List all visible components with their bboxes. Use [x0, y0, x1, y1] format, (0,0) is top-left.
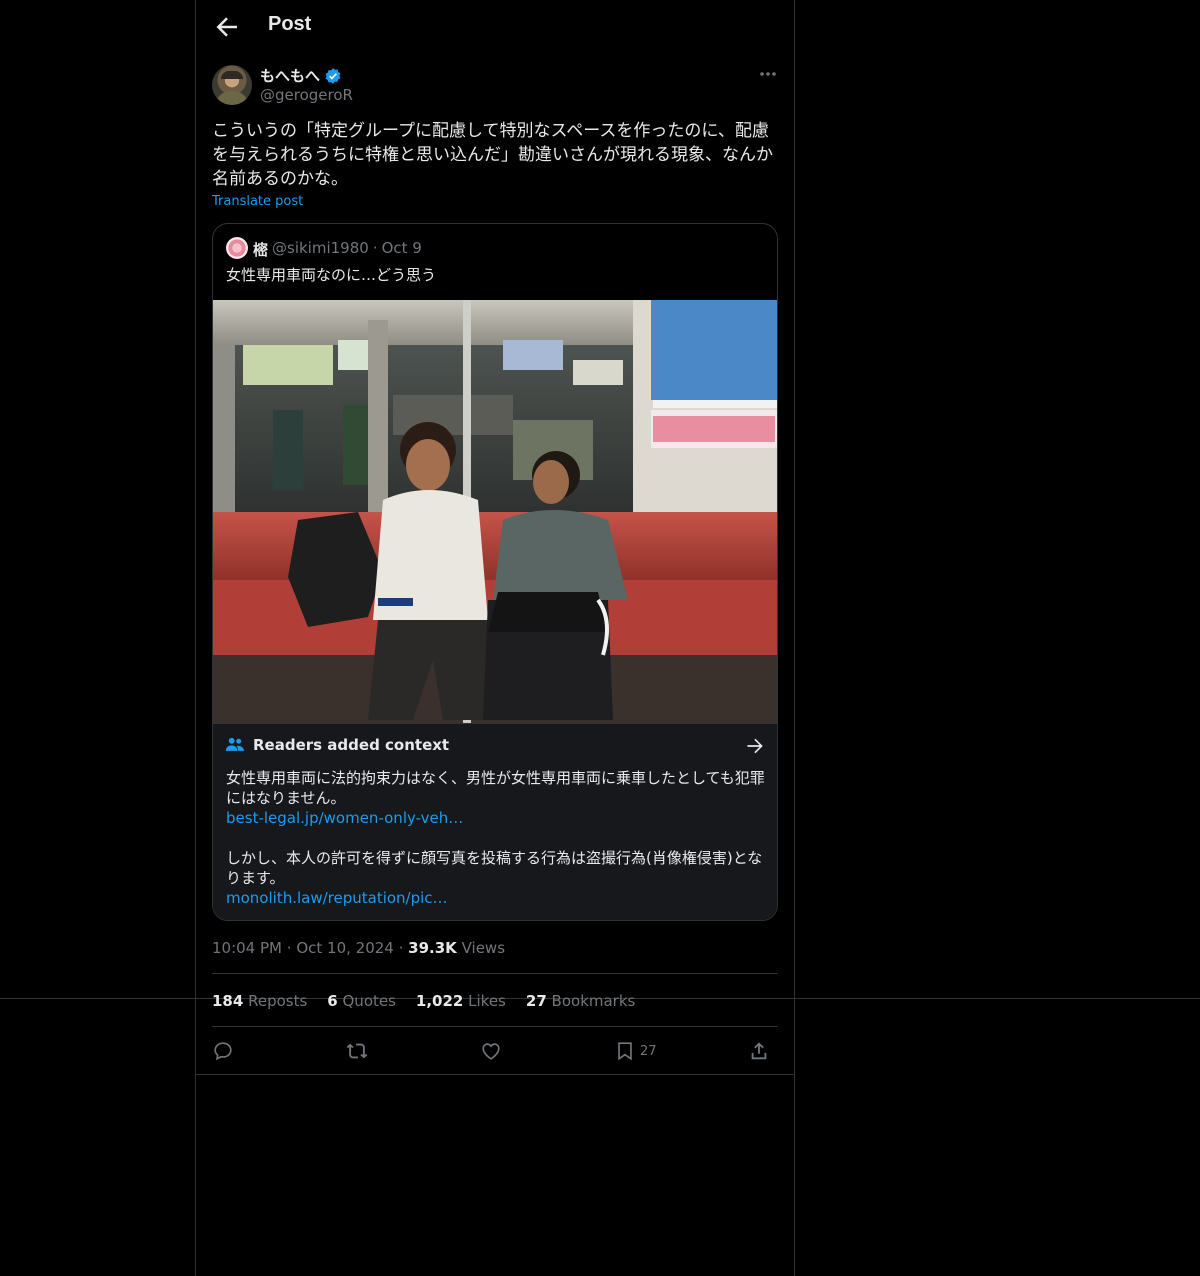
bookmark-count: 27	[640, 1043, 657, 1059]
quoted-author-name: 樒	[253, 241, 269, 259]
quoted-post-date: Oct 9	[381, 239, 422, 257]
page-title: Post	[268, 13, 312, 35]
views-label: Views	[461, 939, 506, 957]
reposts-stat[interactable]: 184 Reposts	[212, 992, 307, 1010]
context-heading: Readers added context	[253, 736, 450, 754]
post-date[interactable]: Oct 10, 2024	[296, 939, 394, 957]
share-icon	[748, 1040, 770, 1062]
engagement-stats: 184 Reposts 6 Quotes 1,022 Likes 27 Book…	[212, 992, 635, 1010]
meta-separator: ·	[372, 239, 378, 257]
more-options-icon[interactable]	[758, 64, 778, 84]
reply-button[interactable]	[212, 1038, 234, 1064]
people-icon	[225, 736, 245, 754]
likes-count: 1,022	[415, 992, 464, 1010]
translate-post-link[interactable]: Translate post	[212, 194, 303, 209]
author-display-name[interactable]: もへもへ	[260, 65, 320, 86]
share-button[interactable]	[748, 1038, 770, 1064]
post-column: Post もへもへ @gerogeroR こういうの「特定グループに配慮して特別…	[195, 0, 795, 1276]
reply-icon	[212, 1040, 234, 1062]
verified-badge-icon	[324, 67, 342, 85]
bookmark-button[interactable]: 27	[614, 1038, 657, 1064]
author-handle[interactable]: @gerogeroR	[260, 86, 353, 104]
author-avatar[interactable]	[212, 65, 252, 105]
meta-separator: ·	[286, 939, 292, 957]
quoted-author-handle: @sikimi1980	[272, 239, 369, 257]
post-text: こういうの「特定グループに配慮して特別なスペースを作ったのに、配慮を与えられるう…	[212, 121, 773, 189]
context-link-2[interactable]: monolith.law/reputation/pic…	[226, 889, 448, 907]
bookmarks-label: Bookmarks	[551, 992, 636, 1010]
context-paragraph-2: しかし、本人の許可を得ずに顔写真を投稿する行為は盗撮行為(肖像権侵害)となります…	[226, 849, 763, 887]
context-header: Readers added context	[225, 736, 449, 754]
bookmarks-stat[interactable]: 27 Bookmarks	[526, 992, 635, 1010]
quoted-post-photo[interactable]	[213, 300, 777, 723]
quoted-post[interactable]: 樒 @sikimi1980 · Oct 9 女性専用車両なのに…どう思う Rea…	[212, 223, 778, 921]
context-link-1[interactable]: best-legal.jp/women-only-veh…	[226, 809, 463, 827]
post-time[interactable]: 10:04 PM	[212, 939, 282, 957]
post-metadata: 10:04 PM · Oct 10, 2024 · 39.3K Views	[212, 939, 505, 957]
back-arrow-icon[interactable]	[212, 12, 242, 42]
context-paragraph-1: 女性専用車両に法的拘束力はなく、男性が女性専用車両に乗車したとしても犯罪にはなり…	[226, 769, 765, 807]
divider	[212, 1026, 778, 1027]
repost-button[interactable]	[346, 1038, 368, 1064]
divider	[196, 1074, 794, 1075]
like-button[interactable]	[480, 1038, 502, 1064]
heart-icon	[480, 1040, 502, 1062]
author-name[interactable]: もへもへ	[260, 65, 342, 86]
reposts-label: Reposts	[248, 992, 308, 1010]
reposts-count: 184	[212, 992, 244, 1010]
repost-icon	[346, 1040, 368, 1062]
quoted-post-text: 女性専用車両なのに…どう思う	[226, 266, 437, 284]
quotes-stat[interactable]: 6 Quotes	[327, 992, 396, 1010]
likes-stat[interactable]: 1,022 Likes	[416, 992, 506, 1010]
likes-label: Likes	[468, 992, 506, 1010]
divider	[212, 973, 778, 974]
quotes-label: Quotes	[342, 992, 396, 1010]
meta-separator: ·	[398, 939, 404, 957]
quoted-author-avatar	[226, 237, 248, 259]
bookmark-icon	[614, 1040, 636, 1062]
readers-added-context[interactable]: Readers added context 女性専用車両に法的拘束力はなく、男性…	[213, 723, 777, 920]
post-actions: 27	[212, 1038, 778, 1064]
post-header: Post	[196, 0, 794, 54]
arrow-right-icon[interactable]	[745, 736, 765, 756]
quoted-post-header: 樒 @sikimi1980 · Oct 9	[253, 239, 422, 260]
quotes-count: 6	[327, 992, 338, 1010]
bookmarks-count: 27	[525, 992, 547, 1010]
views-count: 39.3K	[408, 939, 457, 957]
